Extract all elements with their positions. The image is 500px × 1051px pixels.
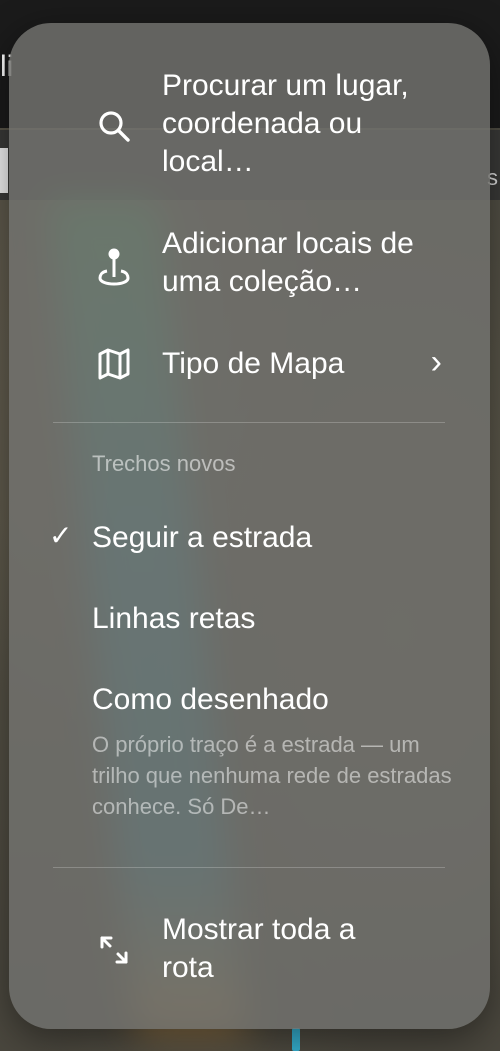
menu-item-add-from-collection[interactable]: Adicionar locais de uma coleção… [9,223,490,308]
menu-item-show-route[interactable]: Mostrar toda a rota [9,907,490,997]
chevron-right-icon: › [430,343,442,381]
option-straight-lines-label: Linhas retas [92,602,256,635]
option-follow-road-label: Seguir a estrada [92,521,313,554]
option-as-drawn-label: Como desenhado [92,683,329,716]
add-from-collection-label: Adicionar locais de uma coleção… [162,227,414,298]
section-header-new-segments: Trechos novos [92,451,236,476]
map-type-label: Tipo de Mapa [162,347,345,380]
checkmark-icon: ✓ [49,520,73,551]
option-as-drawn[interactable]: Como desenhado O próprio traço é a estra… [9,679,490,829]
separator [53,867,445,868]
context-menu: Procurar um lugar, coordenada ou local… … [9,23,490,1029]
search-icon [97,109,131,143]
show-route-label: Mostrar toda a rota [162,913,356,984]
left-edge-panel [0,148,8,193]
option-as-drawn-description: O próprio traço é a estrada — um trilho … [92,732,452,819]
menu-item-map-type[interactable]: Tipo de Mapa › [9,341,490,387]
map-icon [97,347,131,381]
option-follow-road[interactable]: ✓ Seguir a estrada [9,515,490,565]
route-line-tip [292,1028,300,1051]
menu-item-search[interactable]: Procurar um lugar, coordenada ou local… [9,63,490,188]
pin-icon [97,247,131,287]
search-label: Procurar um lugar, coordenada ou local… [162,69,409,178]
separator [53,422,445,423]
expand-arrows-icon [97,933,131,967]
option-straight-lines[interactable]: Linhas retas [9,597,490,647]
